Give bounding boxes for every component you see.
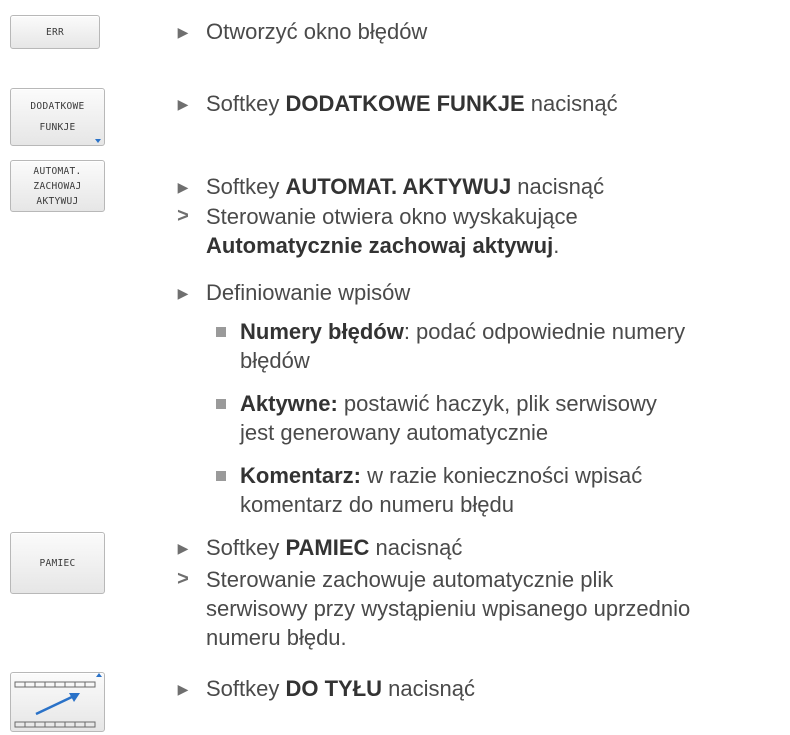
softkey-label-line: ZACHOWAJ	[33, 180, 82, 192]
bullet-square-icon	[216, 471, 226, 481]
err-key-label: ERR	[45, 26, 65, 38]
step-text: Softkey DO TYŁU nacisnąć	[206, 676, 475, 701]
action-marker-icon: ▶	[177, 681, 189, 697]
result-text: Sterowanie zachowuje automatycznie plik s…	[206, 567, 691, 650]
softkey-label-line: AUTOMAT.	[33, 165, 82, 177]
arrow-up-right-icon	[14, 673, 102, 728]
softkey-label-line: AKTYWUJ	[36, 195, 79, 207]
result-service-file-saved: > Sterowanie zachowuje automatycznie pli…	[174, 565, 780, 655]
dodatkowe-funkje-softkey[interactable]: DODATKOWE FUNKJE	[10, 88, 105, 146]
automat-aktywuj-softkey[interactable]: AUTOMAT. ZACHOWAJ AKTYWUJ	[10, 160, 105, 212]
action-marker-icon: ▶	[177, 96, 189, 112]
softkey-label-line: FUNKJE	[39, 122, 76, 133]
softkey-label-line: PAMIEC	[39, 557, 76, 569]
result-text: Sterowanie otwiera okno wyskakujące Autom…	[206, 204, 578, 258]
action-marker-icon: ▶	[177, 285, 189, 301]
step-text: Definiowanie wpisów	[206, 280, 411, 305]
step-text: Softkey DODATKOWE FUNKJE nacisnąć	[206, 91, 618, 116]
action-marker-icon: ▶	[177, 179, 189, 195]
bullet-text: Aktywne: postawić haczyk, plik serwisowy…	[240, 391, 657, 445]
step-text: Softkey PAMIEC nacisnąć	[206, 535, 463, 560]
bullet-active: Aktywne: postawić haczyk, plik serwisowy…	[216, 389, 780, 449]
result-popup-opens: > Sterowanie otwiera okno wyskakujące Aut…	[174, 202, 780, 262]
bullet-comment: Komentarz: w razie konieczności wpisać ko…	[216, 461, 780, 521]
result-marker-icon: >	[177, 205, 189, 227]
step-text: Softkey AUTOMAT. AKTYWUJ nacisnąć	[206, 174, 605, 199]
err-key[interactable]: ERR	[10, 15, 100, 49]
action-marker-icon: ▶	[177, 24, 189, 40]
bullet-text: Numery błędów: podać odpowiednie numery b…	[240, 319, 686, 373]
step-text: Otworzyć okno błędów	[206, 19, 428, 44]
do-tylu-softkey[interactable]	[10, 672, 105, 732]
bullet-error-numbers: Numery błędów: podać odpowiednie numery b…	[216, 317, 780, 377]
bullet-text: Komentarz: w razie konieczności wpisać ko…	[240, 463, 643, 517]
pamiec-softkey[interactable]: PAMIEC	[10, 532, 105, 594]
bullet-square-icon	[216, 327, 226, 337]
result-marker-icon: >	[177, 568, 189, 590]
action-marker-icon: ▶	[177, 540, 189, 556]
softkey-label-line: DODATKOWE	[30, 101, 85, 112]
bullet-square-icon	[216, 399, 226, 409]
submenu-indicator-icon	[95, 139, 101, 143]
